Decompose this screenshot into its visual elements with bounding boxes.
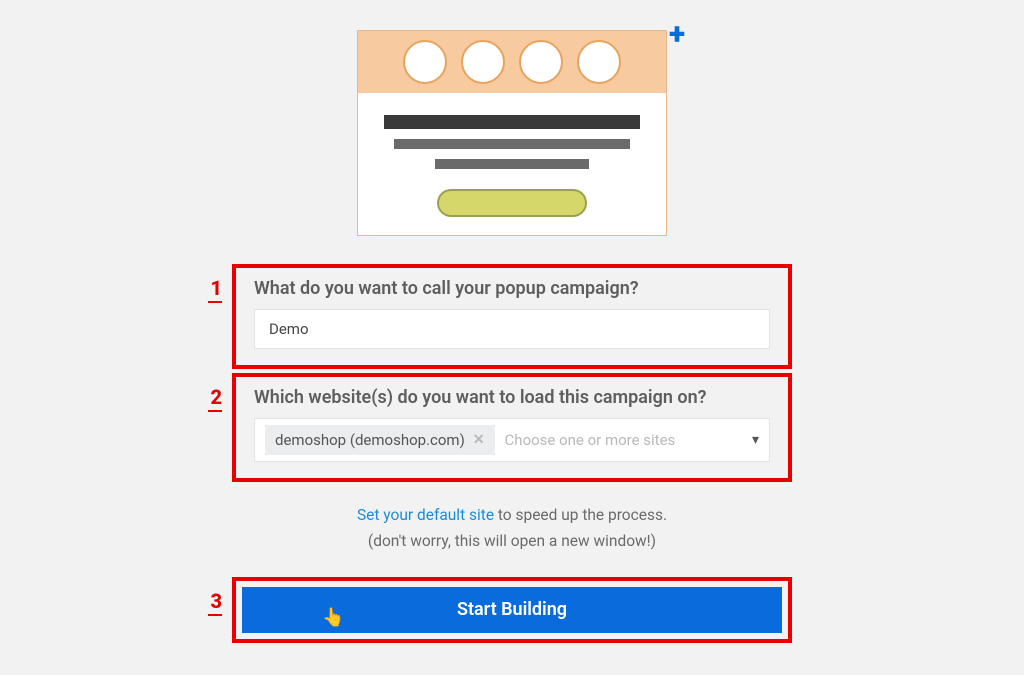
preview-bar xyxy=(435,159,589,169)
preview-bar xyxy=(394,139,630,149)
set-default-site-link[interactable]: Set your default site xyxy=(357,506,494,524)
site-chip-label: demoshop (demoshop.com) xyxy=(275,431,465,449)
helper-text-after: to speed up the process. xyxy=(494,506,667,524)
start-building-section: 3 Start Building 👆 xyxy=(232,577,792,643)
campaign-sites-section: 2 Which website(s) do you want to load t… xyxy=(232,373,792,482)
preview-circle xyxy=(403,40,447,84)
sites-select[interactable]: demoshop (demoshop.com) ✕ Choose one or … xyxy=(254,418,770,462)
step-marker-1: 1 xyxy=(208,276,222,303)
helper-text: Set your default site to speed up the pr… xyxy=(357,502,667,555)
preview-circle xyxy=(461,40,505,84)
plus-icon: + xyxy=(669,20,685,50)
popup-preview-header xyxy=(358,31,666,93)
campaign-name-section: 1 What do you want to call your popup ca… xyxy=(232,264,792,369)
preview-circle xyxy=(577,40,621,84)
remove-chip-icon[interactable]: ✕ xyxy=(473,432,485,448)
campaign-create-form: + 1 What do you want to call your popup … xyxy=(0,0,1024,643)
campaign-name-input[interactable] xyxy=(254,309,770,349)
campaign-name-label: What do you want to call your popup camp… xyxy=(254,278,770,299)
popup-preview-body xyxy=(358,93,666,235)
site-chip: demoshop (demoshop.com) ✕ xyxy=(265,425,495,455)
helper-subtext: (don't worry, this will open a new windo… xyxy=(357,528,667,554)
start-building-button[interactable]: Start Building xyxy=(242,587,782,633)
preview-circle xyxy=(519,40,563,84)
chevron-down-icon[interactable]: ▾ xyxy=(752,432,759,448)
popup-preview-frame xyxy=(357,30,667,236)
step-marker-2: 2 xyxy=(208,385,222,412)
step-marker-3: 3 xyxy=(208,589,222,616)
popup-illustration: + xyxy=(357,30,667,236)
campaign-sites-label: Which website(s) do you want to load thi… xyxy=(254,387,770,408)
preview-bar xyxy=(384,115,640,129)
preview-button-pill xyxy=(437,189,587,217)
sites-placeholder: Choose one or more sites xyxy=(505,431,742,449)
